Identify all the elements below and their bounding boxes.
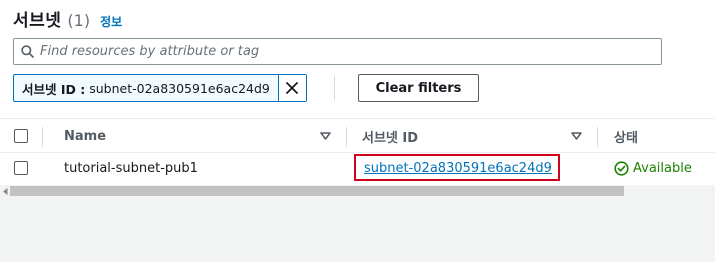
subnets-panel: 서브넷 (1) 정보 서브넷 ID : subnet-02a830591e6ac… [0, 0, 715, 197]
remove-filter-button[interactable] [277, 75, 306, 101]
scrollbar-thumb[interactable] [10, 186, 624, 196]
search-bar[interactable] [13, 38, 662, 65]
row-checkbox[interactable] [14, 161, 28, 175]
column-divider [42, 127, 43, 147]
column-header-subnet-id[interactable]: 서브넷 ID [362, 119, 418, 153]
filter-token: 서브넷 ID : subnet-02a830591e6ac24d9 [13, 74, 307, 102]
sort-icon[interactable] [320, 119, 331, 153]
column-divider [346, 127, 347, 147]
select-all-checkbox[interactable] [14, 129, 28, 143]
sort-icon[interactable] [571, 119, 582, 153]
cell-status: Available [614, 153, 692, 183]
status-text: Available [633, 160, 692, 176]
table-header: Name 서브넷 ID 상태 [0, 118, 715, 153]
result-count: (1) [67, 11, 91, 30]
page-title: 서브넷 [13, 11, 62, 31]
filter-token-key: 서브넷 ID : [22, 81, 86, 97]
column-header-state[interactable]: 상태 [614, 119, 638, 153]
toolbar-divider [334, 76, 335, 100]
search-icon [14, 45, 40, 58]
filter-token-value: subnet-02a830591e6ac24d9 [89, 80, 270, 96]
row-select-cell [14, 153, 28, 183]
clear-filters-button[interactable]: Clear filters [358, 74, 479, 102]
horizontal-scrollbar[interactable] [0, 185, 715, 197]
filter-token-label: 서브넷 ID : subnet-02a830591e6ac24d9 [14, 75, 278, 101]
cell-name: tutorial-subnet-pub1 [64, 160, 198, 176]
select-all-cell [14, 119, 28, 153]
check-circle-icon [614, 160, 629, 176]
panel-header: 서브넷 (1) 정보 [13, 6, 122, 31]
info-link[interactable]: 정보 [100, 13, 122, 30]
search-input[interactable] [40, 44, 640, 59]
scroll-left-icon[interactable] [1, 186, 9, 196]
highlight-box [354, 154, 560, 181]
column-divider [597, 127, 598, 147]
close-icon [286, 82, 299, 94]
column-header-name[interactable]: Name [64, 119, 106, 153]
